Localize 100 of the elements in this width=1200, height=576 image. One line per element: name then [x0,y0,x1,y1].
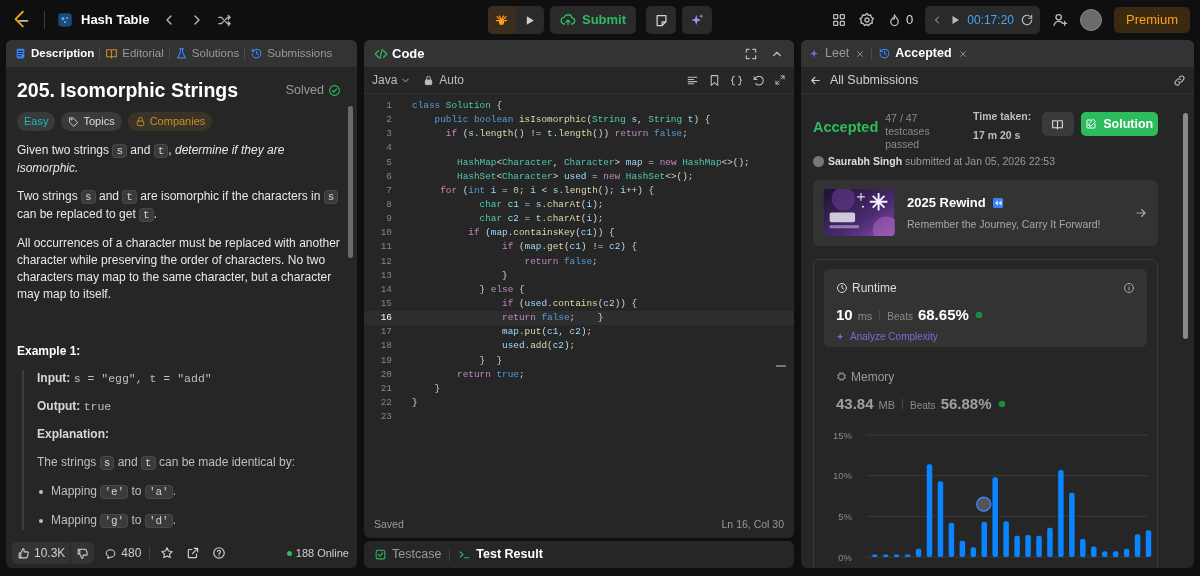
note-button[interactable] [646,6,677,34]
undo-icon[interactable] [752,73,765,87]
fullscreen-icon[interactable] [744,46,758,61]
panel-tab[interactable]: Accepted [878,44,968,63]
chart-bar[interactable] [1058,470,1064,558]
lock-icon [134,116,146,127]
panel-tab[interactable]: Testcase [374,545,442,564]
chart-bar[interactable] [992,477,998,558]
panel-tab[interactable]: Submissions [250,44,333,63]
language-dropdown[interactable]: Java [372,71,412,89]
save-status: Saved [374,517,404,533]
chart-bar[interactable] [872,554,878,558]
topics-tag[interactable]: Topics [61,112,122,131]
chart-bar[interactable] [915,549,922,558]
panel-tab[interactable]: Test Result [458,545,543,564]
explanation-label: Explanation: [37,426,110,443]
chart-bar[interactable] [893,554,900,558]
help-icon[interactable] [212,546,227,560]
code-line: return false; } [501,311,604,326]
bullet [39,519,43,523]
line-number: 6 [385,169,392,184]
book-icon [1051,117,1065,131]
code-line: used.add(c2); [501,339,576,354]
chart-bar[interactable] [1080,539,1086,558]
output-line: Output: true [37,398,113,415]
chart-bar[interactable] [1145,530,1152,558]
promo-title: 2025 Rewind [907,194,986,213]
line-number: 2 [385,113,392,128]
panel-tab[interactable]: Solutions [174,44,240,63]
premium-button[interactable]: Premium [1114,7,1190,33]
panel-tab[interactable]: Editorial [105,44,164,63]
chart-bar[interactable] [981,522,987,558]
line-number: 1 [385,99,392,113]
chart-bar[interactable] [1101,551,1108,558]
stat-unit: ms [857,308,873,324]
chart-bar[interactable] [937,481,944,558]
problem-list-button[interactable]: Hash Table [57,10,150,30]
chart-bar[interactable] [1069,493,1075,558]
panel-tab[interactable]: Description [14,44,95,63]
scrollbar[interactable] [1183,113,1188,339]
runtime-card[interactable]: Runtime 10 ms Beats 68.65% Analyze Complexity [824,268,1147,347]
scrollbar[interactable] [348,106,353,258]
editorial-button[interactable] [1041,112,1074,136]
axis-label: 15% [833,429,852,441]
comments-button[interactable]: 480 [104,544,142,562]
chart-bar[interactable] [948,523,955,558]
line-number: 14 [379,282,392,297]
promo-card[interactable]: 2025 Rewind Remember the Journey, Carry It Forward! [813,179,1158,246]
info-icon[interactable] [1123,281,1135,294]
chart-bar[interactable] [1091,546,1097,558]
shuffle-icon[interactable] [217,12,233,28]
problem-title: 205. Isomorphic Strings [17,82,239,99]
settings-icon[interactable] [859,12,876,28]
panel-tab[interactable]: Leet [809,44,866,63]
expand-icon[interactable] [774,74,786,86]
chart-bar[interactable] [1025,535,1031,558]
line-number: 9 [385,212,392,227]
submit-button[interactable]: Submit [549,6,637,34]
line-number: 23 [379,410,392,425]
add-user-icon[interactable] [1052,12,1068,28]
line-number: 7 [385,183,392,198]
bookmark-icon[interactable] [708,73,721,87]
chart-bar[interactable] [1003,521,1009,558]
example-heading: Example 1: [17,343,82,360]
line-number: 13 [379,268,392,283]
explanation-text: The strings s and t can be made identical by: [37,454,297,472]
sparkle-icon [836,331,846,342]
chart-bar[interactable] [926,464,933,558]
share-icon[interactable] [186,546,201,560]
braces-icon[interactable] [730,73,743,87]
debug-button[interactable] [487,6,516,34]
lock-icon [423,74,435,86]
reset-icon[interactable] [1020,13,1034,27]
chart-bar[interactable] [970,547,977,558]
rewind-icon [991,196,1004,209]
tab-icon [14,47,27,60]
code-line: char c2 = t.charAt(i); [478,212,604,227]
star-icon[interactable] [160,546,175,560]
back-link[interactable]: All Submissions [809,70,919,90]
chart-bar[interactable] [1112,551,1119,558]
code-line: for (int i = 0; i < s.length(); i++) { [439,183,655,198]
line-number: 11 [379,240,392,255]
code-line: } } [478,353,502,368]
chart-bar[interactable] [1036,536,1042,558]
ai-button[interactable] [682,6,713,34]
layout-icon[interactable] [831,12,848,28]
chart-bar[interactable] [1123,549,1130,558]
link-icon[interactable] [1173,73,1186,87]
difficulty-tag[interactable]: Easy [17,112,56,131]
chart-bar[interactable] [1047,527,1053,558]
chart-bar[interactable] [1134,534,1141,558]
code-line: if (s.length() != t.length()) return false; [444,127,688,142]
chart-bar[interactable] [959,541,966,558]
code-line: return false; [523,254,598,269]
chart-bar[interactable] [1014,536,1020,558]
beats-percent: 56.88% [940,393,992,414]
chart-bar[interactable] [904,554,911,558]
avatar[interactable] [1080,9,1102,31]
chart-bar[interactable] [882,554,889,558]
companies-tag[interactable]: Companies [127,112,213,131]
